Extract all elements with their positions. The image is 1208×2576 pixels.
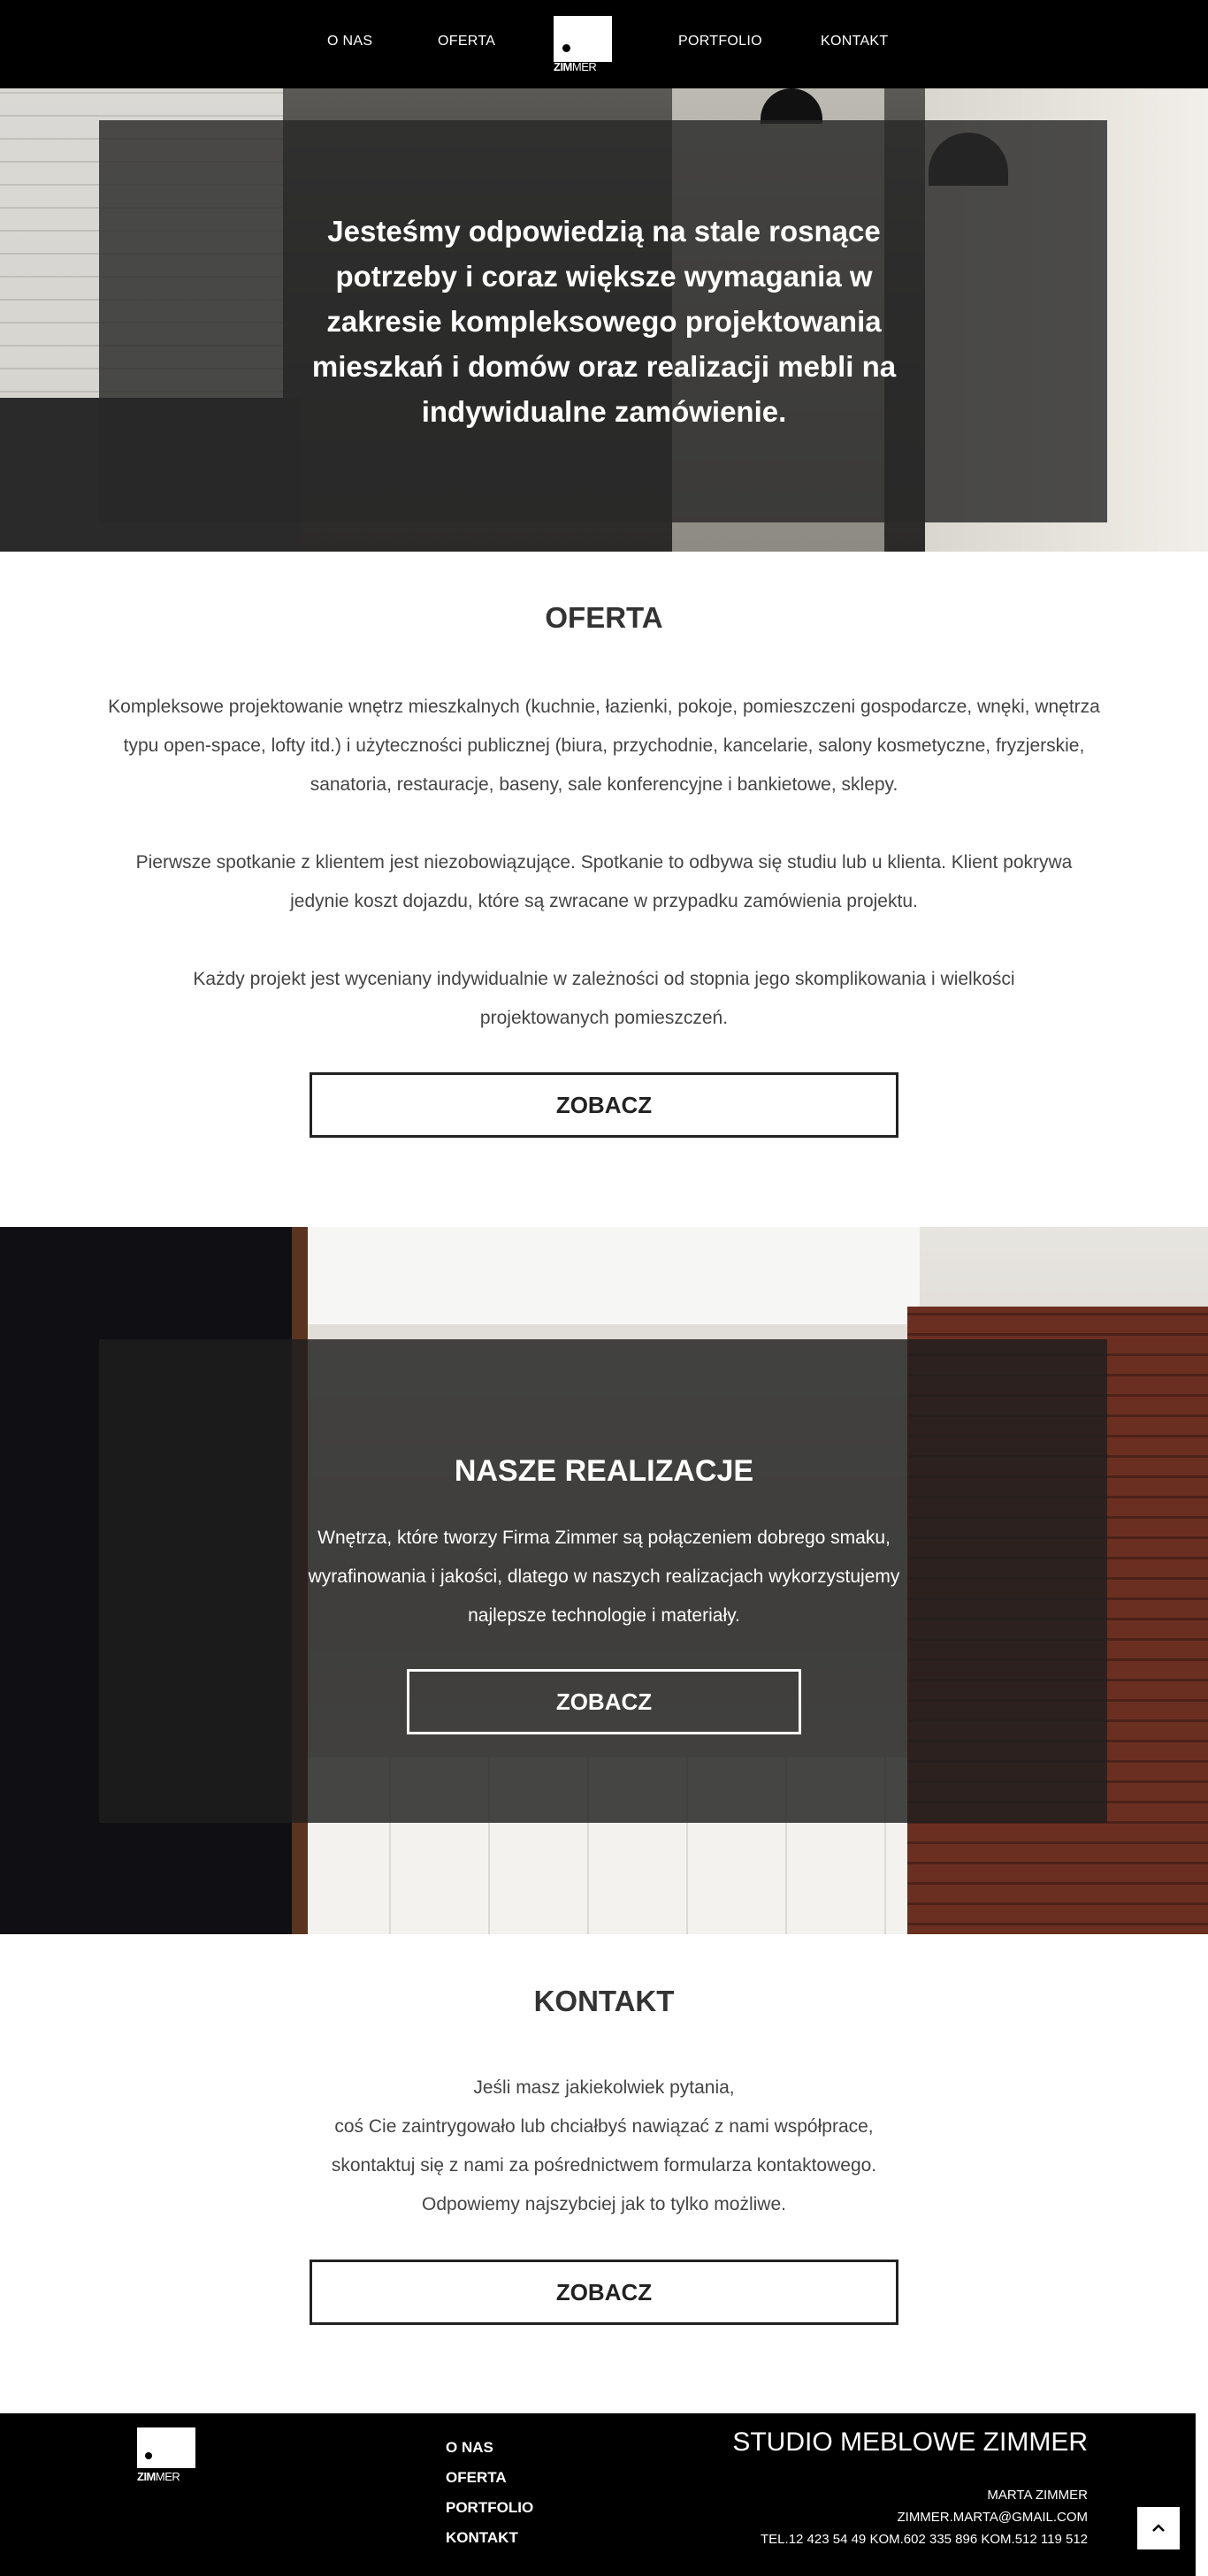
scroll-to-top-button[interactable]	[1137, 2507, 1180, 2549]
realizacje-zobacz-button[interactable]: ZOBACZ	[407, 1669, 801, 1734]
footer: ZIMMER O NAS OFERTA PORTFOLIO KONTAKT ST…	[0, 2413, 1196, 2576]
footer-person-name: MARTA ZIMMER	[987, 2488, 1088, 2503]
oferta-paragraph-3: Każdy projekt jest wyceniany indywidualn…	[193, 969, 1015, 1028]
top-navigation: O NAS OFERTA ZIMMER PORTFOLIO KONTAKT	[0, 0, 1208, 88]
kontakt-line: Odpowiemy najszybciej jak to tylko możli…	[422, 2194, 786, 2214]
nav-link-oferta[interactable]: OFERTA	[438, 34, 495, 50]
zimmer-logo[interactable]	[554, 16, 612, 62]
oferta-paragraph-2: Pierwsze spotkanie z klientem jest niezo…	[135, 852, 1073, 911]
footer-link-portfolio[interactable]: PORTFOLIO	[446, 2493, 533, 2523]
chevron-up-icon	[1152, 2524, 1165, 2532]
footer-link-oferta[interactable]: OFERTA	[446, 2463, 533, 2493]
oferta-zobacz-button[interactable]: ZOBACZ	[310, 1072, 898, 1138]
realizacje-section: NASZE REALIZACJE Wnętrza, które tworzy F…	[0, 1227, 1208, 1934]
realizacje-backdrop-ceiling	[301, 1227, 920, 1324]
footer-link-kontakt[interactable]: KONTAKT	[446, 2523, 533, 2553]
kontakt-line: Jeśli masz jakiekolwiek pytania,	[473, 2077, 735, 2098]
footer-zimmer-logo[interactable]	[137, 2427, 195, 2468]
hero-headline: Jesteśmy odpowiedzią na stale rosnące po…	[311, 215, 897, 428]
realizacje-text: Wnętrza, które tworzy Firma Zimmer są po…	[308, 1528, 900, 1626]
footer-contact-info: MARTA ZIMMER ZIMMER.MARTA@GMAIL.COM TEL.…	[761, 2484, 1088, 2550]
kontakt-line: skontaktuj się z nami za pośrednictwem f…	[331, 2155, 877, 2176]
nav-link-portfolio[interactable]: PORTFOLIO	[678, 34, 762, 50]
nav-link-kontakt[interactable]: KONTAKT	[821, 34, 888, 50]
logo-dot	[145, 2452, 152, 2459]
kontakt-title: KONTAKT	[533, 1985, 675, 2017]
kontakt-line: coś Cie zaintrygowało lub chciałbyś nawi…	[334, 2116, 874, 2137]
kontakt-zobacz-button[interactable]: ZOBACZ	[310, 2260, 898, 2325]
hero-section: Jesteśmy odpowiedzią na stale rosnące po…	[0, 88, 1208, 552]
oferta-title: OFERTA	[545, 601, 663, 634]
page-scrollbar[interactable]	[1196, 2413, 1208, 2576]
footer-navigation: O NAS OFERTA PORTFOLIO KONTAKT	[446, 2433, 533, 2553]
footer-email[interactable]: ZIMMER.MARTA@GMAIL.COM	[761, 2506, 1088, 2528]
footer-studio-name: STUDIO MEBLOWE ZIMMER	[732, 2427, 1088, 2457]
logo-dot	[562, 44, 570, 52]
nav-link-o-nas[interactable]: O NAS	[327, 34, 372, 50]
logo-wordmark: ZIMMER	[554, 60, 597, 73]
oferta-paragraph-1: Kompleksowe projektowanie wnętrz mieszka…	[108, 697, 1100, 795]
kontakt-text: Jeśli masz jakiekolwiek pytania, coś Cie…	[0, 2069, 1208, 2224]
footer-logo-wordmark: ZIMMER	[137, 2470, 180, 2483]
realizacje-title: NASZE REALIZACJE	[454, 1454, 754, 1488]
footer-phones: TEL.12 423 54 49 KOM.602 335 896 KOM.512…	[761, 2532, 1088, 2547]
footer-link-o-nas[interactable]: O NAS	[446, 2433, 533, 2463]
